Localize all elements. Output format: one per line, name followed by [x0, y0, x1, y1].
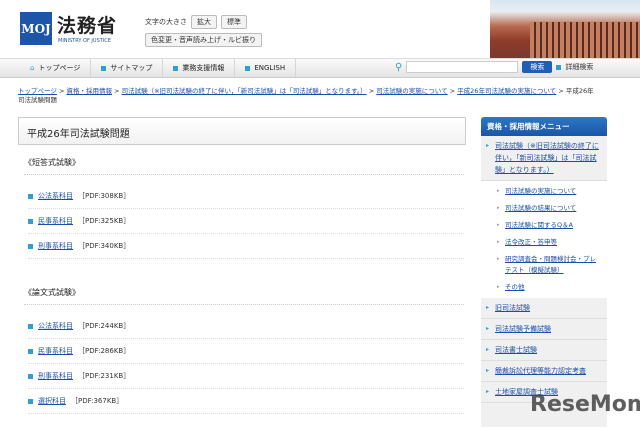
sidebar-link[interactable]: 司法試験予備試験 [495, 325, 551, 333]
file-size: ［PDF:367KB］ [71, 397, 124, 405]
sidebar-sublink[interactable]: 研究調査会・問題検討会・プレテスト（模擬試験） [505, 255, 596, 274]
list-item: 刑事系科目 ［PDF:340KB］ [28, 241, 464, 259]
square-icon [245, 65, 251, 71]
file-size: ［PDF:325KB］ [78, 217, 131, 225]
sidebar-item: 司法試験（※旧司法試験の終了に伴い，「新司法試験」は「司法試験」となります。） [481, 136, 607, 181]
sidebar-sublink[interactable]: 法令改正・答申等 [505, 238, 557, 246]
nav-business[interactable]: 業務支援情報 [163, 59, 236, 77]
home-icon: ⌂ [30, 64, 35, 72]
sidebar-item: 簡裁訴訟代理等能力認定考査 [481, 361, 607, 382]
search-area: ⚲ 検索 詳細検索 [395, 61, 593, 73]
sidebar-item: 司法試験予備試験 [481, 319, 607, 340]
breadcrumb: トップページ > 資格・採用情報 > 司法試験（※旧司法試験の終了に伴い，「新司… [18, 87, 594, 104]
file-size: ［PDF:308KB］ [78, 192, 131, 200]
nav-label: 業務支援情報 [182, 64, 225, 72]
header: MOJ 法務省 MINISTRY OF JUSTICE 文字の大きさ 拡大 標準… [0, 0, 640, 58]
pdf-link[interactable]: 刑事系科目 [38, 371, 73, 381]
list-item: 刑事系科目 ［PDF:231KB］ [28, 371, 464, 389]
file-size: ［PDF:340KB］ [78, 242, 131, 250]
nav-sitemap[interactable]: サイトマップ [91, 59, 164, 77]
square-icon [28, 218, 33, 224]
file-size: ［PDF:231KB］ [78, 372, 131, 380]
list-item: 公法系科目 ［PDF:244KB］ [28, 321, 464, 339]
font-size-controls: 文字の大きさ 拡大 標準 [145, 15, 247, 29]
breadcrumb-link[interactable]: 司法試験の実施について [376, 87, 447, 95]
search-icon: ⚲ [395, 61, 403, 73]
watermark-logo: ReseMom [530, 392, 640, 417]
pdf-link[interactable]: 民事系科目 [38, 346, 73, 356]
search-input[interactable] [406, 61, 519, 73]
square-icon [28, 193, 33, 199]
sidebar-sublink[interactable]: 司法試験に関するQ＆A [505, 221, 573, 229]
breadcrumb-link[interactable]: トップページ [18, 87, 57, 95]
nav-top[interactable]: ⌂ トップページ [20, 59, 92, 77]
file-size: ［PDF:244KB］ [78, 322, 131, 330]
square-icon [28, 243, 33, 249]
sidebar-submenu: 司法試験の実施について 司法試験の結果について 司法試験に関するQ＆A 法令改正… [481, 181, 607, 298]
enlarge-button[interactable]: 拡大 [191, 15, 217, 29]
font-size-label: 文字の大きさ [145, 18, 187, 26]
square-icon [28, 323, 33, 329]
file-size: ［PDF:286KB］ [78, 347, 131, 355]
sidebar-link[interactable]: 司法試験（※旧司法試験の終了に伴い，「新司法試験」は「司法試験」となります。） [495, 142, 599, 174]
list-item: 民事系科目 ［PDF:286KB］ [28, 346, 464, 364]
square-icon [101, 65, 107, 71]
sidebar-link[interactable]: 司法書士試験 [495, 346, 537, 354]
advanced-search-link[interactable]: 詳細検索 [565, 62, 593, 72]
moj-logo[interactable]: MOJ [20, 12, 52, 45]
square-icon [28, 348, 33, 354]
square-icon [28, 373, 33, 379]
building-image [490, 0, 640, 58]
breadcrumb-link[interactable]: 司法試験（※旧司法試験の終了に伴い，「新司法試験」は「司法試験」となります。） [122, 87, 367, 95]
square-icon [28, 398, 33, 404]
pdf-link[interactable]: 刑事系科目 [38, 241, 73, 251]
nav-label: ENGLISH [254, 64, 286, 72]
list-item: 選択科目 ［PDF:367KB］ [28, 396, 464, 414]
nav-english[interactable]: ENGLISH [235, 59, 297, 77]
breadcrumb-link[interactable]: 平成26年司法試験の実施について [457, 87, 556, 95]
sidebar-sublink[interactable]: 司法試験の結果について [505, 204, 576, 212]
nav-label: サイトマップ [110, 64, 153, 72]
org-name: 法務省 [57, 15, 118, 37]
section-heading: 《短答式試験》 [24, 157, 464, 175]
sidebar-sublink[interactable]: その他 [505, 283, 525, 291]
page-title: 平成26年司法試験問題 [18, 117, 466, 145]
sidebar-link[interactable]: 簡裁訴訟代理等能力認定考査 [495, 367, 586, 375]
list-item: 民事系科目 ［PDF:325KB］ [28, 216, 464, 234]
square-icon [173, 65, 179, 71]
sidebar-menu: 資格・採用情報メニュー 司法試験（※旧司法試験の終了に伴い，「新司法試験」は「司… [481, 117, 607, 427]
sidebar-item: 司法書士試験 [481, 340, 607, 361]
section-heading: 《論文式試験》 [24, 287, 464, 305]
sidebar-link[interactable]: 旧司法試験 [495, 304, 530, 312]
standard-button[interactable]: 標準 [221, 15, 247, 29]
sidebar-sublink[interactable]: 司法試験の実施について [505, 187, 576, 195]
pdf-link[interactable]: 公法系科目 [38, 321, 73, 331]
main-content: 平成26年司法試験問題 《短答式試験》 公法系科目 ［PDF:308KB］ 民事系… [18, 117, 466, 414]
pdf-link[interactable]: 選択科目 [38, 396, 66, 406]
sidebar-item: 旧司法試験 [481, 298, 607, 319]
accessibility-button[interactable]: 色変更・音声読み上げ・ルビ振り [145, 33, 262, 47]
org-name-en: MINISTRY OF JUSTICE [58, 38, 111, 44]
list-item: 公法系科目 ［PDF:308KB］ [28, 191, 464, 209]
breadcrumb-link[interactable]: 資格・採用情報 [66, 87, 112, 95]
sidebar-title: 資格・採用情報メニュー [481, 117, 607, 136]
search-button[interactable]: 検索 [522, 61, 553, 73]
pdf-link[interactable]: 公法系科目 [38, 191, 73, 201]
square-icon [556, 64, 562, 70]
pdf-link[interactable]: 民事系科目 [38, 216, 73, 226]
nav-label: トップページ [38, 64, 81, 72]
